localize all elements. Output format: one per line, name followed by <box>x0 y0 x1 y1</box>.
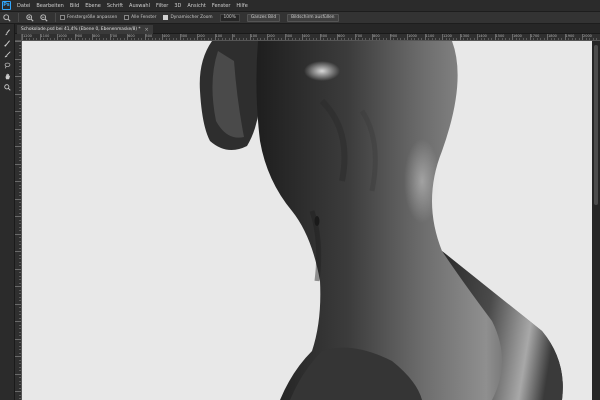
ruler-tick <box>15 198 21 200</box>
all-windows-checkbox[interactable]: Alle Fenster <box>124 15 156 20</box>
menu-bar: Ps Datei Bearbeiten Bild Ebene Schrift A… <box>0 0 600 11</box>
ruler-label: 1300 <box>460 34 470 38</box>
document-tab-title: Schokolade.psd bei 41,4% (Ebene 0, Ebene… <box>21 27 141 32</box>
ruler-tick <box>15 163 21 165</box>
ruler-tick <box>15 251 21 252</box>
ruler-origin[interactable] <box>15 34 22 41</box>
ruler-tick <box>15 303 21 305</box>
ruler-tick <box>15 216 21 217</box>
ruler-tick <box>15 58 21 60</box>
checkbox-box-checked[interactable] <box>163 15 169 20</box>
vertical-ruler[interactable] <box>15 41 22 400</box>
ruler-tick <box>15 128 21 130</box>
close-icon[interactable]: × <box>145 27 149 33</box>
lasso-tool[interactable] <box>0 61 15 70</box>
healing-brush-icon <box>4 40 10 47</box>
menu-view[interactable]: Ansicht <box>187 3 205 9</box>
ruler-tick <box>15 146 21 147</box>
ruler-label: 1600 <box>513 34 522 38</box>
fill-screen-button[interactable]: Bildschirm ausfüllen <box>287 13 339 22</box>
zoom-percent-field[interactable]: 100% <box>219 13 240 22</box>
lasso-icon <box>4 62 11 69</box>
zoom-tool[interactable] <box>0 83 15 92</box>
divider <box>18 13 19 22</box>
ruler-label: 1200 <box>443 34 452 38</box>
horizontal-ruler[interactable]: 1200 1100 1000 900 800 700 600 500 400 300 200 100 0… <box>22 34 600 41</box>
ruler-label: 1900 <box>565 34 575 38</box>
magnifier-icon <box>4 84 11 91</box>
ruler-tick <box>15 356 21 357</box>
document-canvas[interactable] <box>22 41 592 400</box>
photoshop-logo-icon: Ps <box>2 1 11 10</box>
tools-panel <box>0 24 15 400</box>
checkbox-box[interactable] <box>60 15 65 20</box>
ruler-tick <box>15 373 21 375</box>
menu-select[interactable]: Auswahl <box>129 3 150 9</box>
menu-edit[interactable]: Bearbeiten <box>36 3 63 9</box>
ruler-label: 1200 <box>23 34 32 38</box>
ruler-tick <box>15 93 21 95</box>
ruler-tick <box>15 286 21 287</box>
ruler-label: 1500 <box>495 34 505 38</box>
hand-tool[interactable] <box>0 72 15 81</box>
healing-brush-tool[interactable] <box>0 39 15 48</box>
zoom-out-icon[interactable] <box>37 12 51 23</box>
ruler-tick <box>15 391 21 392</box>
ruler-label: 1700 <box>530 34 540 38</box>
divider <box>55 13 56 22</box>
menu-layer[interactable]: Ebene <box>85 3 101 9</box>
checkbox-box[interactable] <box>124 15 130 20</box>
menu-3d[interactable]: 3D <box>174 3 181 9</box>
menu-help[interactable]: Hilfe <box>236 3 247 9</box>
ruler-tick <box>15 76 21 77</box>
scrubby-zoom-checkbox[interactable]: Dynamischer Zoom <box>163 15 213 20</box>
menu-image[interactable]: Bild <box>70 3 79 9</box>
menu-type[interactable]: Schrift <box>107 3 123 9</box>
ruler-label: 1800 <box>548 34 557 38</box>
mixer-brush-tool[interactable] <box>0 50 15 59</box>
document-tab-bar: Schokolade.psd bei 41,4% (Ebene 0, Ebene… <box>15 24 600 34</box>
ruler-tick <box>15 233 21 235</box>
all-windows-label: Alle Fenster <box>131 15 157 20</box>
ruler-tick <box>15 181 21 182</box>
vertical-scrollbar[interactable] <box>592 41 600 400</box>
zoom-in-icon[interactable] <box>23 12 37 23</box>
ruler-label: 1000 <box>58 34 67 38</box>
ruler-label: 1000 <box>408 34 417 38</box>
scrollbar-thumb[interactable] <box>594 45 598 205</box>
ruler-tick <box>15 111 21 112</box>
document-tab[interactable]: Schokolade.psd bei 41,4% (Ebene 0, Ebene… <box>17 25 153 34</box>
brush-tool[interactable] <box>0 28 15 37</box>
ruler-tick <box>15 338 21 340</box>
ruler-label: 1100 <box>425 34 435 38</box>
zoom-tool-icon[interactable] <box>0 12 14 23</box>
options-bar: Fenstergröße anpassen Alle Fenster Dynam… <box>0 11 600 24</box>
ruler-tick <box>15 268 21 270</box>
hand-icon <box>5 73 11 80</box>
resize-windows-checkbox[interactable]: Fenstergröße anpassen <box>60 15 117 20</box>
ruler-label: 1400 <box>478 34 487 38</box>
menu-window[interactable]: Fenster <box>212 3 231 9</box>
resize-windows-label: Fenstergröße anpassen <box>67 15 118 20</box>
brush-icon <box>5 29 10 36</box>
scrubby-zoom-label: Dynamischer Zoom <box>170 15 213 20</box>
ruler-tick <box>15 321 21 322</box>
menu-filter[interactable]: Filter <box>156 3 168 9</box>
fit-screen-button[interactable]: Ganzes Bild <box>246 13 281 22</box>
menu-file[interactable]: Datei <box>17 3 30 9</box>
mixer-brush-icon <box>4 51 11 58</box>
ruler-tick <box>15 41 21 42</box>
photo-torso-image <box>199 41 563 400</box>
ruler-label: 1100 <box>40 34 50 38</box>
ruler-label: 2000 <box>583 34 592 38</box>
